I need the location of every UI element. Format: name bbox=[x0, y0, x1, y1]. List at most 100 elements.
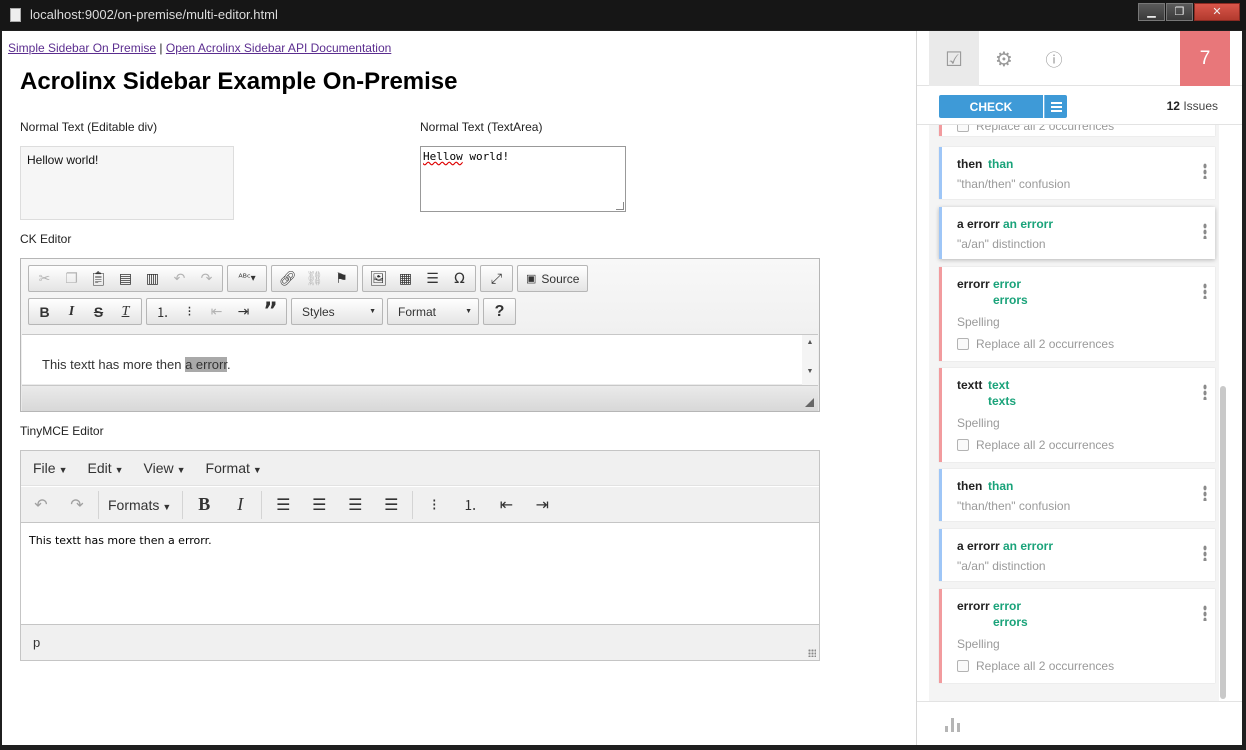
ck-editable-area[interactable]: This textt has more then a errorr. ▲ ▼ bbox=[22, 334, 818, 385]
table-icon[interactable]: ▦ bbox=[392, 266, 419, 291]
menu-file[interactable]: File ▼ bbox=[25, 460, 75, 476]
minimize-button[interactable]: ▁ bbox=[1138, 3, 1165, 21]
check-menu-button[interactable] bbox=[1044, 95, 1067, 118]
issue-card[interactable]: a errorr an errorr "a/an" distinction bbox=[939, 207, 1215, 259]
tab-check[interactable]: ☑ bbox=[929, 31, 979, 86]
align-left-icon[interactable]: ☰ bbox=[265, 490, 301, 520]
paste-icon[interactable]: 📋︎ bbox=[85, 266, 112, 291]
redo-icon[interactable]: ↷ bbox=[59, 490, 95, 520]
paste-text-icon[interactable]: ▤ bbox=[112, 266, 139, 291]
replace-all-option[interactable]: Replace all 2 occurrences bbox=[957, 438, 1114, 452]
suggestion[interactable]: text bbox=[988, 378, 1009, 392]
replace-all-option[interactable]: Replace all 2 occurrences bbox=[957, 337, 1114, 351]
align-justify-icon[interactable]: ☰ bbox=[373, 490, 409, 520]
editable-div[interactable]: Hellow world! bbox=[20, 146, 234, 220]
more-options-icon[interactable] bbox=[1203, 283, 1207, 299]
more-options-icon[interactable] bbox=[1203, 163, 1207, 179]
suggestion[interactable]: texts bbox=[988, 394, 1016, 408]
strike-icon[interactable]: S bbox=[85, 299, 112, 324]
suggestion[interactable]: errors bbox=[993, 293, 1028, 307]
issue-card-partial[interactable]: Replace all 2 occurrences bbox=[939, 125, 1215, 136]
replace-all-checkbox[interactable] bbox=[957, 660, 969, 672]
issue-card[interactable]: then than "than/then" confusion bbox=[939, 469, 1215, 521]
italic-icon[interactable]: I bbox=[58, 299, 85, 324]
more-options-icon[interactable] bbox=[1203, 384, 1207, 400]
issue-card[interactable]: then than "than/then" confusion bbox=[939, 147, 1215, 199]
unlink-icon[interactable]: ⛓ bbox=[301, 266, 328, 291]
tab-settings[interactable]: ⚙ bbox=[979, 31, 1029, 86]
replace-all-checkbox[interactable] bbox=[957, 338, 969, 350]
spellcheck-icon[interactable]: ᴬᴮᶜ▾ bbox=[230, 266, 264, 291]
close-button[interactable]: ✕ bbox=[1194, 3, 1240, 21]
undo-icon[interactable]: ↶ bbox=[166, 266, 193, 291]
menu-edit[interactable]: Edit ▼ bbox=[79, 460, 131, 476]
align-right-icon[interactable]: ☰ bbox=[337, 490, 373, 520]
special-char-icon[interactable]: Ω bbox=[446, 266, 473, 291]
bullet-list-icon[interactable]: ⁝ bbox=[416, 490, 452, 520]
suggestion[interactable]: than bbox=[988, 157, 1013, 171]
image-icon[interactable]: 🖼︎ bbox=[365, 266, 392, 291]
italic-icon[interactable]: I bbox=[222, 490, 258, 520]
redo-icon[interactable]: ↷ bbox=[193, 266, 220, 291]
bold-icon[interactable]: B bbox=[186, 490, 222, 520]
suggestion[interactable]: than bbox=[988, 479, 1013, 493]
format-dropdown[interactable]: Format ▼ bbox=[387, 298, 479, 325]
align-center-icon[interactable]: ☰ bbox=[301, 490, 337, 520]
outdent-icon[interactable]: ⇤ bbox=[203, 299, 230, 324]
tab-info[interactable]: ⓘ bbox=[1029, 31, 1079, 86]
link-icon[interactable]: 🔗︎ bbox=[274, 266, 301, 291]
anchor-flag-icon[interactable]: ⚑ bbox=[328, 266, 355, 291]
more-options-icon[interactable] bbox=[1203, 605, 1207, 621]
statistics-icon[interactable] bbox=[945, 716, 961, 732]
source-button[interactable]: ▣ Source bbox=[520, 266, 585, 291]
styles-dropdown[interactable]: Styles ▼ bbox=[291, 298, 383, 325]
suggestion[interactable]: an errorr bbox=[1003, 539, 1053, 553]
normal-textarea[interactable]: Hellow world! bbox=[420, 146, 626, 212]
remove-format-icon[interactable]: T bbox=[112, 299, 139, 324]
tinymce-resize-handle[interactable] bbox=[808, 649, 816, 657]
more-options-icon[interactable] bbox=[1203, 223, 1207, 239]
check-button[interactable]: CHECK bbox=[939, 95, 1043, 118]
blockquote-icon[interactable]: ” bbox=[257, 299, 284, 324]
issue-card[interactable]: errorr error errors Spelling Replace all… bbox=[939, 589, 1215, 683]
help-icon[interactable]: ? bbox=[486, 299, 513, 324]
bulleted-list-icon[interactable]: ⁝ bbox=[176, 299, 203, 324]
maximize-icon[interactable]: ⤢ bbox=[483, 266, 510, 291]
horizontal-line-icon[interactable]: ☰ bbox=[419, 266, 446, 291]
suggestion[interactable]: error bbox=[993, 277, 1021, 291]
replace-all-option[interactable]: Replace all 2 occurrences bbox=[957, 659, 1114, 673]
indent-icon[interactable]: ⇥ bbox=[230, 299, 257, 324]
numbered-list-icon[interactable]: ⒈ bbox=[149, 299, 176, 324]
ck-scrollbar[interactable]: ▲ ▼ bbox=[802, 335, 818, 385]
suggestion[interactable]: an errorr bbox=[1003, 217, 1053, 231]
cut-icon[interactable]: ✂ bbox=[31, 266, 58, 291]
outdent-icon[interactable]: ⇤ bbox=[488, 490, 524, 520]
paste-word-icon[interactable]: ▥ bbox=[139, 266, 166, 291]
issue-card[interactable]: errorr error errors Spelling Replace all… bbox=[939, 267, 1215, 361]
replace-all-checkbox[interactable] bbox=[957, 439, 969, 451]
menu-view[interactable]: View ▼ bbox=[136, 460, 194, 476]
undo-icon[interactable]: ↶ bbox=[23, 490, 59, 520]
replace-all-checkbox[interactable] bbox=[957, 125, 969, 132]
numbered-list-icon[interactable]: ⒈ bbox=[452, 490, 488, 520]
scroll-up-icon[interactable]: ▲ bbox=[802, 339, 818, 346]
issue-card[interactable]: textt text texts Spelling Replace all 2 … bbox=[939, 368, 1215, 462]
suggestion[interactable]: errors bbox=[993, 615, 1028, 629]
maximize-button[interactable]: ❐ bbox=[1166, 3, 1193, 21]
ck-resize-handle[interactable] bbox=[805, 398, 814, 407]
issue-card[interactable]: a errorr an errorr "a/an" distinction bbox=[939, 529, 1215, 581]
more-options-icon[interactable] bbox=[1203, 485, 1207, 501]
replace-all-option[interactable]: Replace all 2 occurrences bbox=[957, 125, 1114, 133]
textarea-resize-handle[interactable] bbox=[616, 202, 624, 210]
bold-icon[interactable]: B bbox=[31, 299, 58, 324]
more-options-icon[interactable] bbox=[1203, 545, 1207, 561]
api-docs-link[interactable]: Open Acrolinx Sidebar API Documentation bbox=[166, 41, 391, 55]
copy-icon[interactable]: ❐ bbox=[58, 266, 85, 291]
menu-format[interactable]: Format ▼ bbox=[198, 460, 270, 476]
tinymce-content[interactable]: This textt has more then a errorr. bbox=[29, 534, 212, 547]
issue-list-scrollbar[interactable] bbox=[1220, 386, 1226, 699]
indent-icon[interactable]: ⇥ bbox=[524, 490, 560, 520]
formats-dropdown[interactable]: Formats ▼ bbox=[102, 497, 179, 513]
scroll-down-icon[interactable]: ▼ bbox=[802, 368, 818, 375]
element-path[interactable]: p bbox=[33, 635, 40, 650]
